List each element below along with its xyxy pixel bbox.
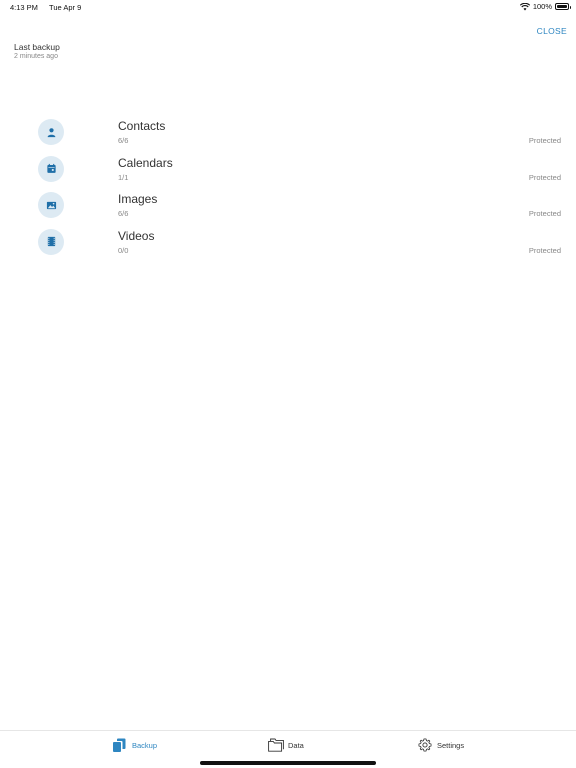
list-item-calendars[interactable]: Calendars 1/1 Protected [0,150,576,187]
last-backup-label: Last backup [14,42,60,52]
person-icon [38,119,64,145]
wifi-icon [519,2,530,10]
last-backup-info: Last backup 2 minutes ago [14,42,60,60]
backup-list: Contacts 6/6 Protected Calendars 1/1 Pro… [0,113,576,259]
folder-icon [268,738,284,752]
tab-backup-label: Backup [132,740,158,750]
item-status: Protected [528,209,561,218]
status-date: Tue Apr 9 [49,3,82,12]
item-count: 6/6 [118,209,129,218]
battery-icon [555,3,571,10]
tab-backup[interactable]: Backup [112,738,157,752]
list-item-images[interactable]: Images 6/6 Protected [0,186,576,223]
tab-settings-label: Settings [437,740,465,750]
calendar-icon [38,155,64,182]
image-icon [38,192,64,218]
film-icon [38,228,64,255]
close-button[interactable]: CLOSE [537,26,567,36]
app-screen: 4:13 PM Tue Apr 9 100% CLOSE Last backup… [0,0,576,768]
battery-fill [557,5,567,8]
item-count: 1/1 [118,172,129,182]
status-right: 100% [519,2,571,11]
battery-percent: 100% [532,2,552,11]
item-count: 6/6 [118,136,129,145]
last-backup-time: 2 minutes ago [14,53,58,60]
list-item-contacts[interactable]: Contacts 6/6 Protected [0,113,576,150]
gear-icon [418,738,432,752]
home-indicator [200,761,376,765]
item-name: Contacts [118,119,166,133]
tab-data[interactable]: Data [268,738,304,752]
item-count: 0/0 [118,245,129,255]
tab-settings[interactable]: Settings [417,738,464,752]
item-name: Videos [118,228,155,243]
item-status: Protected [528,172,561,182]
status-bar: 4:13 PM Tue Apr 9 100% [0,0,576,14]
backup-icon [113,738,126,752]
item-name: Images [118,192,158,206]
item-name: Calendars [118,155,173,170]
item-status: Protected [528,245,561,255]
list-item-videos[interactable]: Videos 0/0 Protected [0,223,576,260]
tab-bar: Backup Data Settings [0,730,576,768]
status-left: 4:13 PM Tue Apr 9 [10,3,81,12]
item-status: Protected [528,136,561,145]
tab-data-label: Data [288,740,304,750]
status-time: 4:13 PM [10,3,38,12]
